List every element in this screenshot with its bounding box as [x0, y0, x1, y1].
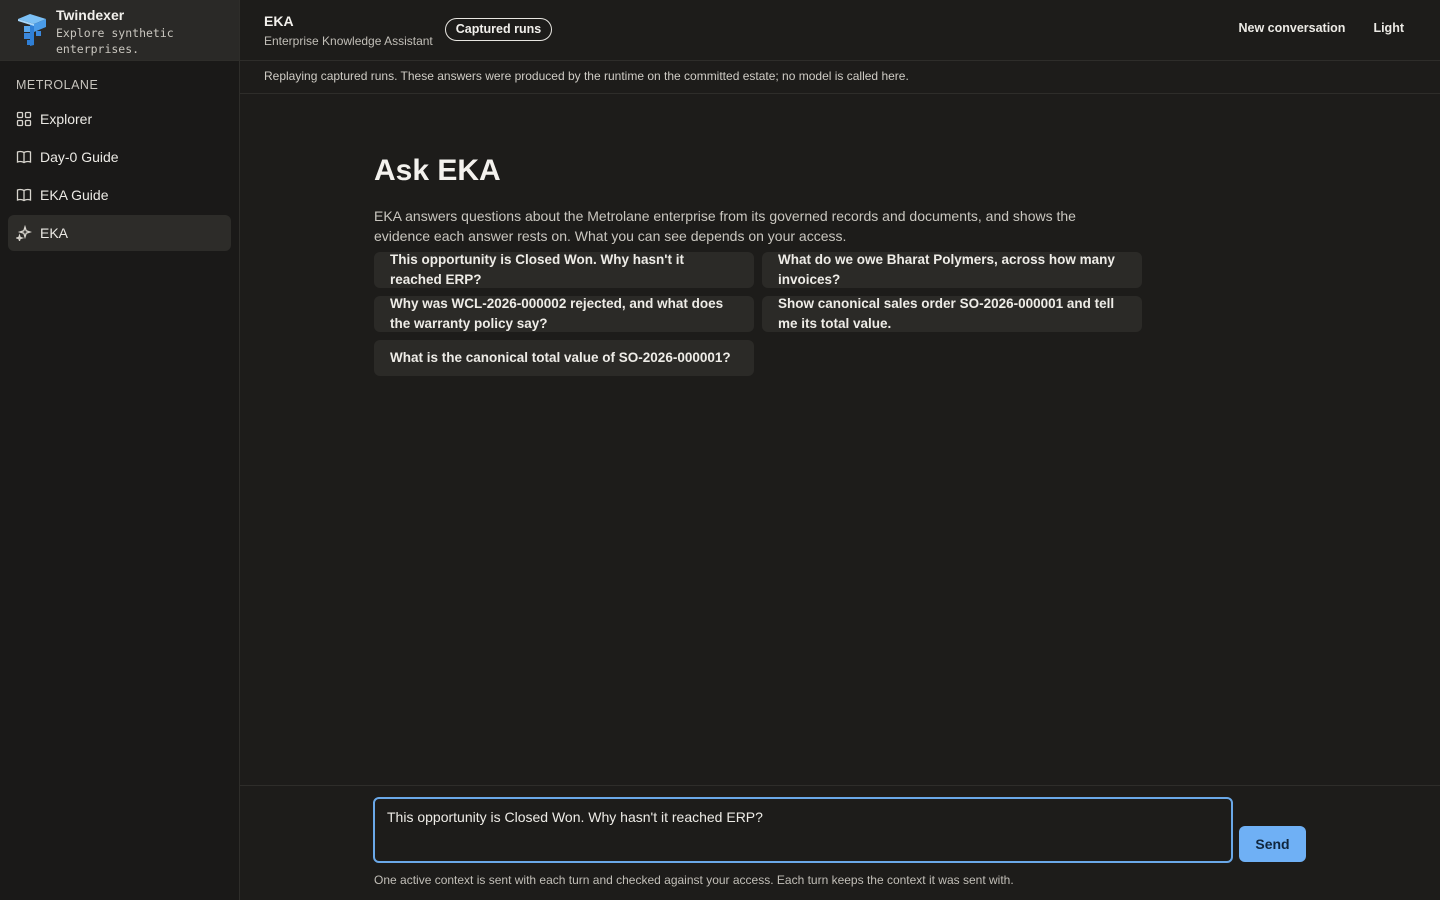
main-content: Ask EKA EKA answers questions about the … [374, 150, 1144, 376]
sidebar-nav: Explorer Day-0 Guide EKA Guide EKA [0, 101, 239, 251]
page-title: EKA [264, 12, 294, 29]
grid-icon [16, 111, 32, 127]
sidebar-item-label: EKA Guide [40, 187, 109, 203]
sidebar-item-label: EKA [40, 225, 69, 241]
message-input[interactable]: This opportunity is Closed Won. Why hasn… [373, 797, 1233, 863]
page-title-block: EKA Enterprise Knowledge Assistant [264, 12, 433, 49]
composer: This opportunity is Closed Won. Why hasn… [240, 785, 1440, 900]
suggestion-chip[interactable]: This opportunity is Closed Won. Why hasn… [374, 252, 754, 288]
suggestion-chip[interactable]: What do we owe Bharat Polymers, across h… [762, 252, 1142, 288]
replay-notice: Replaying captured runs. These answers w… [240, 61, 1440, 94]
page-subtitle: Enterprise Knowledge Assistant [264, 33, 433, 48]
intro-text: EKA answers questions about the Metrolan… [374, 208, 1076, 244]
sidebar-item-day0-guide[interactable]: Day-0 Guide [8, 139, 231, 175]
send-button[interactable]: Send [1239, 826, 1306, 862]
suggestion-chip[interactable]: What is the canonical total value of SO-… [374, 340, 754, 376]
suggestion-chip[interactable]: Show canonical sales order SO-2026-00000… [762, 296, 1142, 332]
sidebar-item-label: Day-0 Guide [40, 149, 119, 165]
top-actions: New conversation Light [1238, 21, 1404, 35]
sidebar-item-eka[interactable]: EKA [8, 215, 231, 251]
new-conversation-button[interactable]: New conversation [1238, 21, 1345, 35]
suggestion-list: This opportunity is Closed Won. Why hasn… [374, 252, 1144, 376]
suggestion-chip[interactable]: Why was WCL-2026-000002 rejected, and wh… [374, 296, 754, 332]
captured-runs-badge: Captured runs [444, 17, 553, 41]
sparkles-icon [16, 225, 32, 241]
sidebar-item-eka-guide[interactable]: EKA Guide [8, 177, 231, 213]
book-icon [16, 150, 32, 164]
sidebar-item-explorer[interactable]: Explorer [8, 101, 231, 137]
twindexer-logo-icon [18, 14, 46, 46]
workspace-label: METROLANE [16, 78, 99, 92]
top-bar: EKA Enterprise Knowledge Assistant Captu… [240, 0, 1440, 61]
brand-header[interactable]: Twindexer Explore synthetic enterprises. [0, 0, 239, 61]
composer-hint: One active context is sent with each tur… [374, 873, 1014, 887]
sidebar-item-label: Explorer [40, 111, 93, 127]
brand-name: Twindexer [56, 7, 125, 23]
brand-tagline: Explore synthetic enterprises. [56, 26, 174, 56]
sidebar: Twindexer Explore synthetic enterprises.… [0, 0, 240, 900]
main-heading: Ask EKA [374, 154, 501, 187]
book-icon [16, 188, 32, 202]
theme-toggle-button[interactable]: Light [1373, 21, 1404, 35]
